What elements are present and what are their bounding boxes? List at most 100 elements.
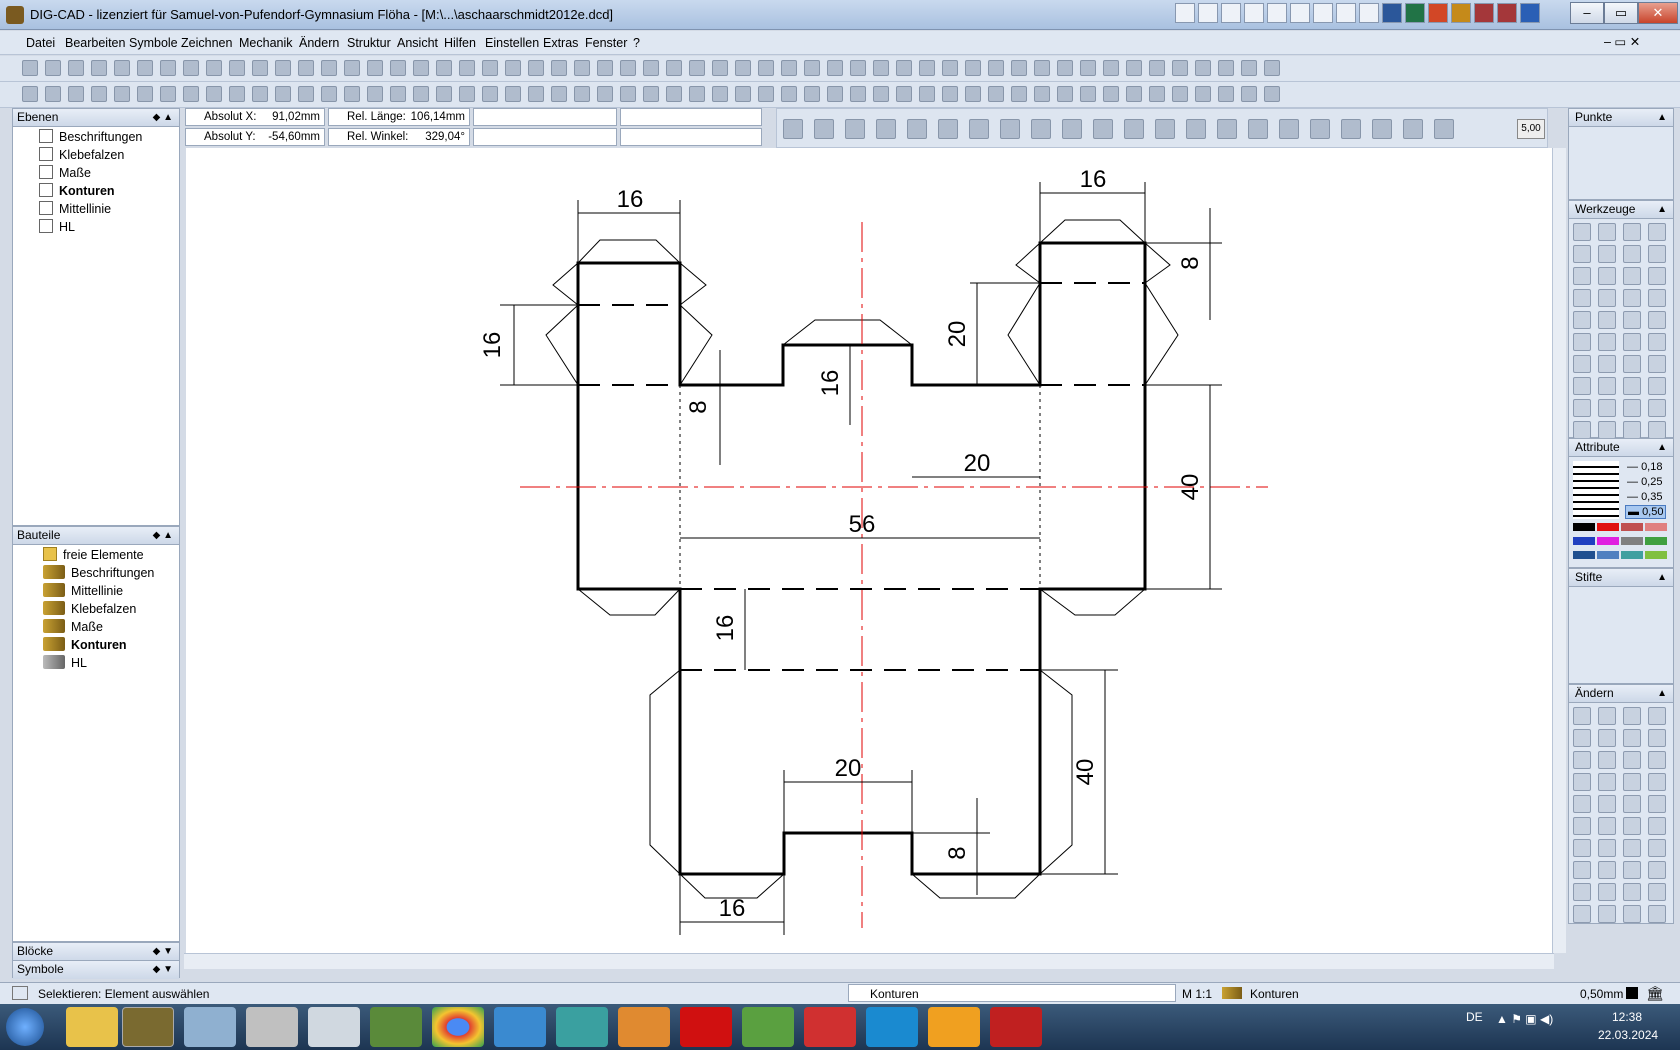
panel-tool-icon[interactable]	[1648, 333, 1666, 351]
layer-item[interactable]: Maße	[39, 165, 91, 180]
panel-tool-icon[interactable]	[1573, 751, 1591, 769]
toolbar-tool-icon[interactable]	[206, 60, 222, 76]
toolbar-tool-icon[interactable]	[114, 86, 130, 102]
toolbar-tool-icon[interactable]	[988, 86, 1004, 102]
toolbar-tool-icon[interactable]	[804, 86, 820, 102]
tray-icons[interactable]: ▲ ⚑ ▣ ◀)	[1496, 1012, 1553, 1026]
line-width-option[interactable]: — 0,18	[1627, 461, 1662, 473]
panel-tool-icon[interactable]	[1598, 267, 1616, 285]
draw-tool-icon[interactable]	[1310, 119, 1330, 139]
toolbar-tool-icon[interactable]	[22, 60, 38, 76]
draw-tool-icon[interactable]	[1248, 119, 1268, 139]
panel-tool-icon[interactable]	[1573, 245, 1591, 263]
toolbar-tool-icon[interactable]	[942, 86, 958, 102]
menu-hilfen[interactable]: Hilfen	[444, 36, 476, 50]
toolbar-tool-icon[interactable]	[758, 86, 774, 102]
toolbar-tool-icon[interactable]	[137, 60, 153, 76]
toolbar-tool-icon[interactable]	[137, 86, 153, 102]
toolbar-tool-icon[interactable]	[505, 86, 521, 102]
panel-tool-icon[interactable]	[1573, 289, 1591, 307]
panel-tool-icon[interactable]	[1573, 333, 1591, 351]
draw-tool-icon[interactable]	[1341, 119, 1361, 139]
layer-item-active[interactable]: Konturen	[39, 183, 115, 198]
toolbar-tool-icon[interactable]	[1126, 86, 1142, 102]
toolbar-tool-icon[interactable]	[551, 60, 567, 76]
panel-tool-icon[interactable]	[1648, 311, 1666, 329]
horizontal-scrollbar[interactable]	[184, 953, 1554, 969]
color-swatch[interactable]	[1621, 523, 1643, 531]
panel-tool-icon[interactable]	[1573, 311, 1591, 329]
language-indicator[interactable]: DE	[1466, 1010, 1483, 1024]
panel-tool-icon[interactable]	[1623, 223, 1641, 241]
color-swatch[interactable]	[1597, 551, 1619, 559]
toolbar-tool-icon[interactable]	[1195, 60, 1211, 76]
digcad-taskbar-icon[interactable]	[122, 1007, 174, 1047]
panel-tool-icon[interactable]	[1623, 707, 1641, 725]
toolbar-tool-icon[interactable]	[1103, 86, 1119, 102]
toolbar-tool-icon[interactable]	[1195, 86, 1211, 102]
bloecke-panel[interactable]: Blöcke ◆ ▼	[12, 942, 180, 961]
menu-symbole[interactable]: Symbole	[129, 36, 178, 50]
toolbar-tool-icon[interactable]	[436, 86, 452, 102]
panel-tool-icon[interactable]	[1598, 399, 1616, 417]
edit-icon[interactable]	[1336, 3, 1356, 23]
menu-mechanik[interactable]: Mechanik	[239, 36, 293, 50]
explorer-taskbar-icon[interactable]	[66, 1007, 118, 1047]
panel-tool-icon[interactable]	[1623, 817, 1641, 835]
panel-tool-icon[interactable]	[1648, 355, 1666, 373]
toolbar-tool-icon[interactable]	[896, 86, 912, 102]
menu-extras[interactable]: Extras	[543, 36, 578, 50]
layer-item[interactable]: Beschriftungen	[39, 129, 142, 144]
panel-tool-icon[interactable]	[1598, 223, 1616, 241]
part-item-active[interactable]: Konturen	[43, 637, 127, 652]
panel-tool-icon[interactable]	[1623, 421, 1641, 439]
draw-tool-icon[interactable]	[1217, 119, 1237, 139]
toolbar-tool-icon[interactable]	[735, 86, 751, 102]
panel-tool-icon[interactable]	[1573, 267, 1591, 285]
draw-tool-icon[interactable]	[876, 119, 896, 139]
toolbar-tool-icon[interactable]	[1034, 60, 1050, 76]
panel-tool-icon[interactable]	[1573, 861, 1591, 879]
panel-tool-icon[interactable]	[1573, 729, 1591, 747]
toolbar-tool-icon[interactable]	[298, 60, 314, 76]
toolbar-tool-icon[interactable]	[505, 60, 521, 76]
outlook-icon[interactable]	[1497, 3, 1517, 23]
panel-tool-icon[interactable]	[1648, 839, 1666, 857]
toolbar-tool-icon[interactable]	[183, 60, 199, 76]
toolbar-tool-icon[interactable]	[574, 86, 590, 102]
panel-tool-icon[interactable]	[1598, 333, 1616, 351]
app-icon[interactable]	[6, 6, 24, 24]
mdi-controls[interactable]: – ▭ ✕	[1604, 34, 1640, 49]
toolbar-tool-icon[interactable]	[758, 60, 774, 76]
toolbar-tool-icon[interactable]	[528, 86, 544, 102]
toolbar-tool-icon[interactable]	[1218, 86, 1234, 102]
panel-tool-icon[interactable]	[1648, 905, 1666, 923]
toolbar-tool-icon[interactable]	[827, 86, 843, 102]
toolbar-tool-icon[interactable]	[574, 60, 590, 76]
toolbar-tool-icon[interactable]	[1057, 60, 1073, 76]
toolbar-tool-icon[interactable]	[919, 86, 935, 102]
rel-length-field[interactable]: Rel. Länge: 106,14mm	[328, 108, 470, 126]
panel-tool-icon[interactable]	[1623, 267, 1641, 285]
toolbar-tool-icon[interactable]	[390, 60, 406, 76]
panel-tool-icon[interactable]	[1598, 817, 1616, 835]
toolbar-tool-icon[interactable]	[988, 60, 1004, 76]
color-swatch[interactable]	[1573, 551, 1595, 559]
panel-tool-icon[interactable]	[1598, 773, 1616, 791]
panel-tool-icon[interactable]	[1648, 795, 1666, 813]
toolbar-tool-icon[interactable]	[275, 60, 291, 76]
toolbar-tool-icon[interactable]	[942, 60, 958, 76]
draw-tool-icon[interactable]	[1000, 119, 1020, 139]
panel-tool-icon[interactable]	[1623, 795, 1641, 813]
help2-icon[interactable]	[1221, 3, 1241, 23]
app-taskbar-icon[interactable]	[990, 1007, 1042, 1047]
media-taskbar-icon[interactable]	[494, 1007, 546, 1047]
line-style-list[interactable]	[1573, 461, 1619, 519]
symbole-panel[interactable]: Symbole ◆ ▼	[12, 960, 180, 979]
toolbar-tool-icon[interactable]	[413, 60, 429, 76]
panel-tool-icon[interactable]	[1648, 817, 1666, 835]
panel-tool-icon[interactable]	[1573, 355, 1591, 373]
note-icon[interactable]	[1267, 3, 1287, 23]
toolbar-tool-icon[interactable]	[620, 60, 636, 76]
toolbar-tool-icon[interactable]	[436, 60, 452, 76]
